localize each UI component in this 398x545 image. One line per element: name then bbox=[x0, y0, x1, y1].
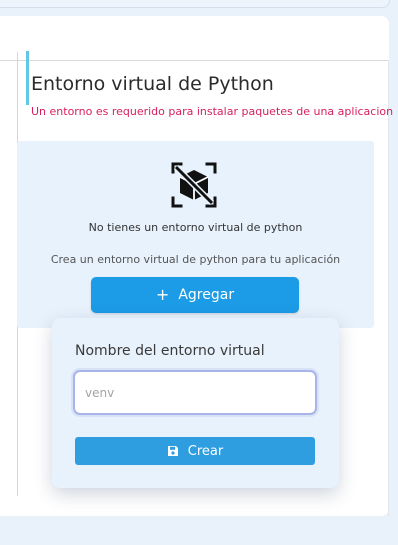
page-title: Entorno virtual de Python bbox=[31, 73, 274, 95]
card-edge bbox=[388, 60, 389, 516]
add-button-label: Agregar bbox=[178, 287, 235, 303]
env-name-label: Nombre del entorno virtual bbox=[75, 343, 265, 359]
env-name-input[interactable] bbox=[73, 370, 317, 415]
top-bar bbox=[0, 0, 390, 8]
create-button[interactable]: Crear bbox=[75, 437, 315, 465]
create-button-label: Crear bbox=[187, 443, 224, 459]
add-button[interactable]: + Agregar bbox=[91, 277, 299, 313]
no-box-icon bbox=[171, 162, 217, 208]
plus-icon: + bbox=[155, 285, 170, 304]
empty-state-title: No tienes un entorno virtual de python bbox=[88, 221, 303, 234]
page-subtitle: Un entorno es requerido para instalar pa… bbox=[31, 105, 394, 118]
save-icon bbox=[167, 446, 178, 456]
empty-state-description: Crea un entorno virtual de python para t… bbox=[50, 253, 341, 266]
